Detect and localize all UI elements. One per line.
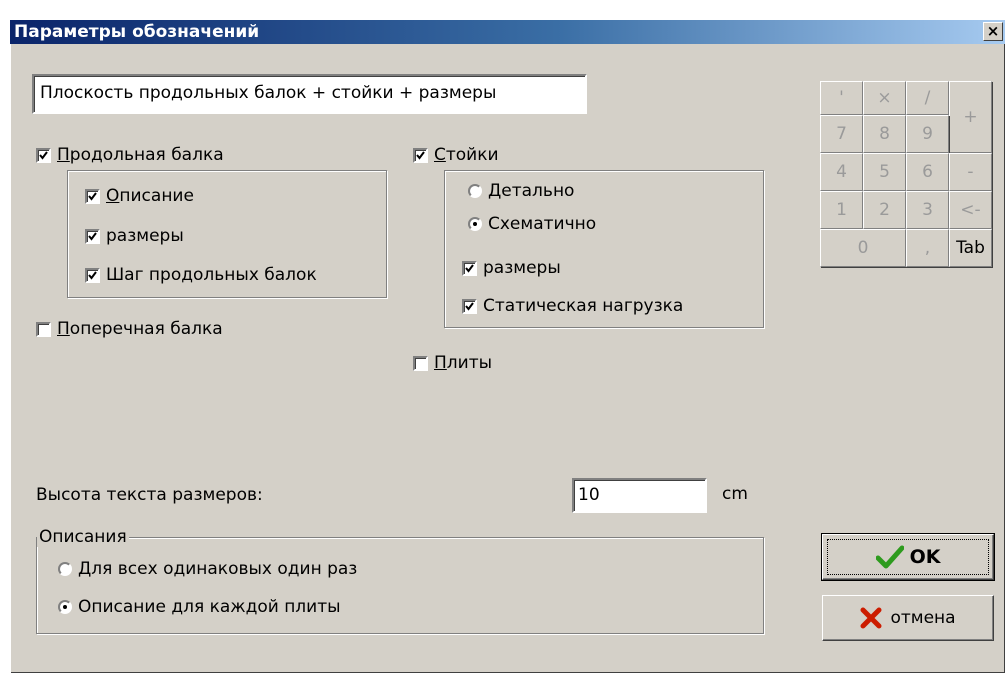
- keypad-tab-key[interactable]: Tab: [949, 229, 992, 267]
- keypad-7-key[interactable]: 7: [820, 115, 863, 153]
- keypad-divide-key[interactable]: /: [906, 81, 949, 115]
- posts-checkbox[interactable]: Стойки: [413, 145, 499, 165]
- checkbox-label: Поперечная балка: [57, 319, 223, 339]
- radio-label: Описание для каждой плиты: [78, 597, 341, 617]
- radio-circle: [58, 562, 72, 576]
- keypad-plus-key[interactable]: +: [949, 81, 992, 153]
- descriptions-group-title: Описания: [37, 527, 129, 547]
- checkbox-label: Плиты: [434, 353, 493, 373]
- radio-circle: [468, 184, 482, 198]
- keypad-2-key[interactable]: 2: [863, 191, 906, 229]
- checkbox-label: Стойки: [434, 145, 499, 165]
- cross-icon: [860, 607, 882, 629]
- checkbox-label: размеры: [483, 258, 561, 278]
- description-checkbox[interactable]: Описание: [85, 186, 194, 206]
- posts-dimensions-checkbox[interactable]: размеры: [462, 258, 561, 278]
- keypad-9-key[interactable]: 9: [906, 115, 949, 153]
- checkbox-label: Продольная балка: [57, 145, 224, 165]
- window-title: Параметры обозначений: [14, 22, 260, 42]
- keypad-comma-key[interactable]: ,: [906, 229, 949, 267]
- checkbox-box: [413, 355, 428, 371]
- checkbox-box: [85, 188, 100, 204]
- transverse-beam-checkbox[interactable]: Поперечная балка: [36, 319, 223, 339]
- keypad-8-key[interactable]: 8: [863, 115, 906, 153]
- checkbox-box: [85, 228, 100, 244]
- keypad-multiply-key[interactable]: ×: [863, 81, 906, 115]
- title-bar: Параметры обозначений ×: [10, 20, 1005, 44]
- radio-label: Детально: [488, 181, 575, 201]
- descriptions-group: [36, 537, 764, 634]
- checkbox-label: Описание: [106, 186, 194, 206]
- radio-label: Схематично: [488, 214, 597, 234]
- radio-circle: [58, 600, 72, 614]
- cancel-button-label: отмена: [890, 608, 956, 628]
- checkbox-label: размеры: [106, 226, 184, 246]
- keypad-3-key[interactable]: 3: [906, 191, 949, 229]
- checkbox-box: [36, 147, 51, 163]
- ok-button[interactable]: OK: [821, 533, 995, 581]
- static-load-checkbox[interactable]: Статическая нагрузка: [462, 296, 683, 316]
- checkbox-label: Шаг продольных балок: [106, 265, 317, 285]
- detailed-radio[interactable]: Детально: [468, 181, 574, 201]
- keypad-5-key[interactable]: 5: [863, 153, 906, 191]
- radio-label: Для всех одинаковых один раз: [78, 559, 358, 579]
- keypad-4-key[interactable]: 4: [820, 153, 863, 191]
- per-slab-description-radio[interactable]: Описание для каждой плиты: [58, 597, 341, 617]
- text-height-label: Высота текста размеров:: [36, 485, 263, 505]
- checkbox-label: Статическая нагрузка: [483, 296, 684, 316]
- plane-name-field[interactable]: Плоскость продольных балок + стойки + ра…: [32, 74, 587, 114]
- dimensions-checkbox[interactable]: размеры: [85, 226, 184, 246]
- keypad-backspace-key[interactable]: <-: [949, 191, 992, 229]
- close-button[interactable]: ×: [983, 22, 1003, 41]
- checkbox-box: [85, 267, 100, 283]
- checkbox-box: [462, 298, 477, 314]
- checkbox-box: [413, 147, 428, 163]
- checkbox-box: [36, 321, 51, 337]
- once-for-identical-radio[interactable]: Для всех одинаковых один раз: [58, 559, 357, 579]
- longitudinal-beam-checkbox[interactable]: Продольная балка: [36, 145, 224, 165]
- cancel-button[interactable]: отмена: [822, 595, 994, 641]
- keypad-1-key[interactable]: 1: [820, 191, 863, 229]
- text-height-unit: cm: [722, 484, 748, 504]
- text-height-field[interactable]: 10: [572, 478, 707, 513]
- keypad-6-key[interactable]: 6: [906, 153, 949, 191]
- keypad-minus-key[interactable]: -: [949, 153, 992, 191]
- keypad-0-key[interactable]: 0: [820, 229, 906, 267]
- beam-spacing-checkbox[interactable]: Шаг продольных балок: [85, 265, 317, 285]
- focus-rect: [827, 539, 989, 575]
- slabs-checkbox[interactable]: Плиты: [413, 353, 492, 373]
- schematic-radio[interactable]: Схематично: [468, 214, 596, 234]
- keypad-apostrophe-key[interactable]: ': [820, 81, 863, 115]
- radio-circle: [468, 217, 482, 231]
- checkbox-box: [462, 260, 477, 276]
